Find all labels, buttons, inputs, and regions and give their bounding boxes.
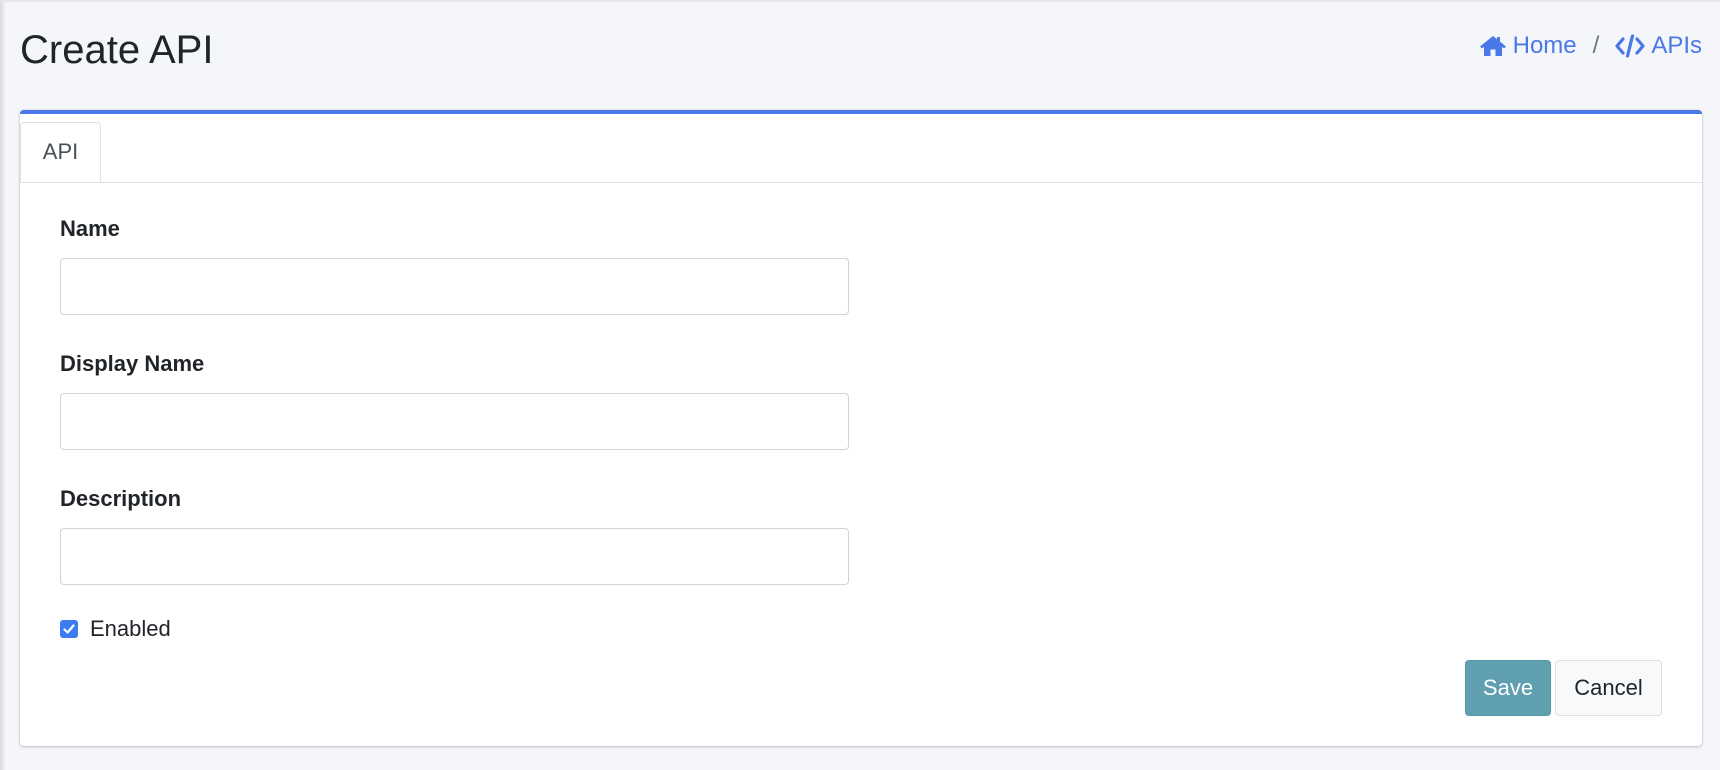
- breadcrumb-apis-label: APIs: [1651, 32, 1702, 59]
- api-form-card: API Name Display Name Description Enable…: [20, 110, 1702, 746]
- sidebar-edge-shadow: [0, 0, 6, 770]
- description-input[interactable]: [60, 528, 849, 585]
- enabled-label: Enabled: [90, 616, 171, 641]
- breadcrumb-separator: /: [1592, 32, 1600, 59]
- display-name-label: Display Name: [60, 351, 205, 376]
- home-icon: [1479, 36, 1506, 56]
- tab-bar: API: [20, 114, 1702, 183]
- breadcrumb: Home / APIs: [1479, 32, 1702, 60]
- display-name-field-group: Display Name: [60, 349, 849, 450]
- checkmark-icon: [63, 624, 75, 634]
- description-label: Description: [60, 486, 182, 511]
- tab-api[interactable]: API: [20, 122, 101, 182]
- api-form: Name Display Name Description Enabled: [60, 214, 849, 644]
- display-name-input[interactable]: [60, 393, 849, 450]
- breadcrumb-home-label: Home: [1512, 32, 1577, 59]
- top-border: [0, 0, 1720, 2]
- code-icon: [1615, 34, 1645, 58]
- name-label: Name: [60, 216, 120, 241]
- enabled-checkbox[interactable]: [60, 620, 78, 638]
- description-field-group: Description: [60, 484, 849, 585]
- name-field-group: Name: [60, 214, 849, 315]
- name-input[interactable]: [60, 258, 849, 315]
- save-button[interactable]: Save: [1465, 660, 1551, 716]
- enabled-row: Enabled: [60, 614, 849, 644]
- breadcrumb-apis[interactable]: APIs: [1615, 32, 1702, 60]
- cancel-button[interactable]: Cancel: [1555, 660, 1662, 716]
- breadcrumb-home[interactable]: Home: [1479, 32, 1577, 60]
- page-title: Create API: [20, 28, 214, 72]
